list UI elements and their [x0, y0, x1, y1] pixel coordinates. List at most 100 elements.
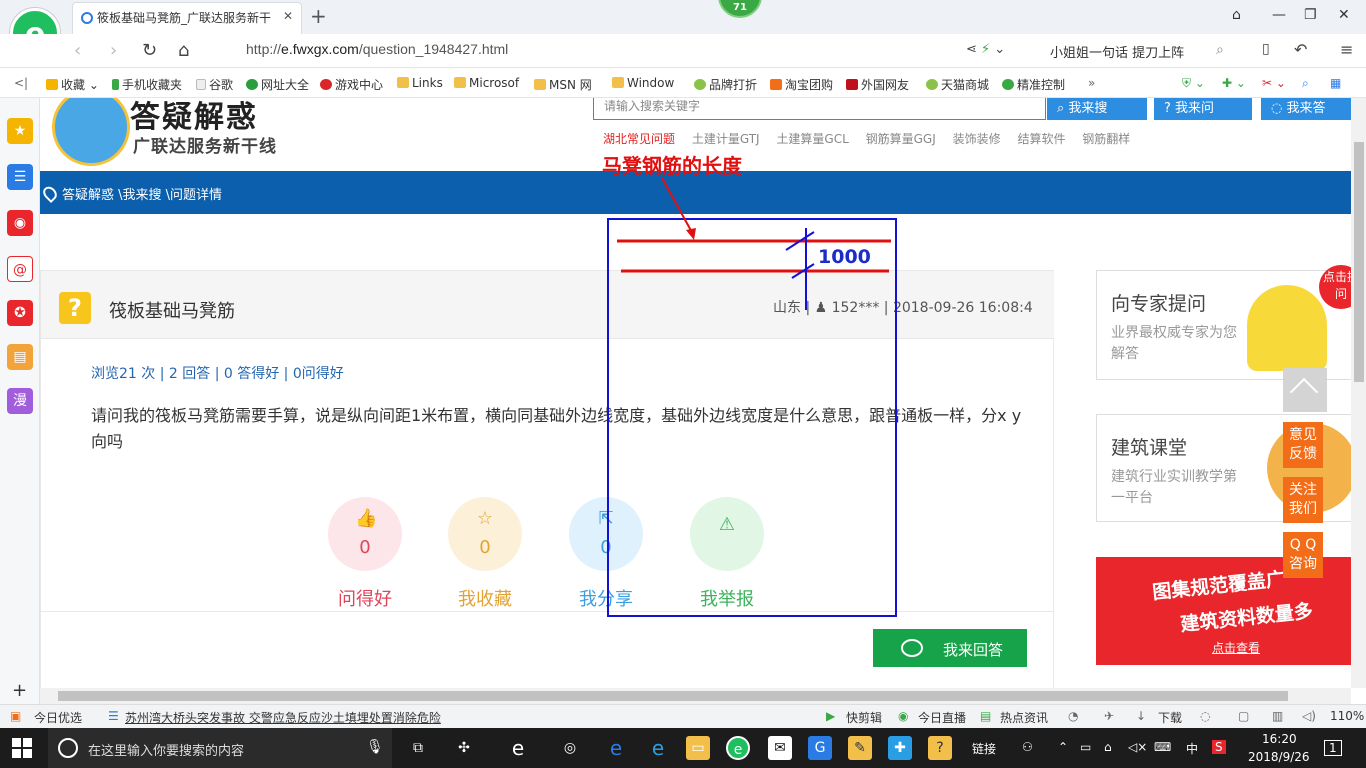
notes-app-icon[interactable]: ✎	[848, 736, 872, 760]
volume-icon[interactable]: ◁)	[1302, 709, 1316, 723]
clock-time[interactable]: 16:20	[1262, 732, 1297, 746]
favorite-button[interactable]: ☆ 0	[448, 497, 522, 571]
favorite-label[interactable]: 我收藏	[435, 585, 535, 611]
network-icon[interactable]: ⌂	[1104, 740, 1112, 754]
bookmark-item[interactable]: 天猫商城	[926, 76, 989, 93]
add-sidebar-icon[interactable]: +	[12, 680, 27, 701]
live-link[interactable]: 今日直播	[918, 709, 966, 726]
plus-app-icon[interactable]: ✚	[888, 736, 912, 760]
menu-icon[interactable]: ≡	[1340, 40, 1353, 59]
phone-icon[interactable]: ▯	[1262, 41, 1270, 57]
minimize-button[interactable]: —	[1272, 7, 1286, 23]
zoom-level[interactable]: 110%	[1330, 709, 1364, 723]
answer-top-button[interactable]: ◌ 我来答	[1261, 98, 1351, 120]
links-toolbar[interactable]: 链接	[972, 740, 996, 757]
search-input[interactable]: 请输入搜索关键字	[593, 98, 1046, 120]
taskbar-search[interactable]: 在这里输入你要搜索的内容 🎙	[48, 728, 392, 768]
hot-search-text[interactable]: 小姐姐一句话 提刀上阵	[1050, 42, 1184, 61]
battery-icon[interactable]: ▭	[1080, 740, 1091, 754]
shield-icon[interactable]: ⛨ ⌄	[1182, 76, 1205, 91]
answer-button[interactable]: 我来回答	[873, 629, 1027, 667]
bookmark-item[interactable]: 谷歌	[196, 76, 233, 93]
show-hidden-icon[interactable]: ⌃	[1058, 740, 1068, 754]
ask-button[interactable]: ? 我来问	[1154, 98, 1252, 120]
speed-icon[interactable]: ◔	[1068, 709, 1078, 723]
quick-edit-link[interactable]: 快剪辑	[846, 709, 882, 726]
task-view-icon[interactable]: ⧉	[406, 736, 430, 760]
feedback-button[interactable]: 意见反馈	[1283, 422, 1323, 468]
gamepad-icon[interactable]: ✪	[7, 300, 33, 326]
gift-icon[interactable]: ▣	[10, 709, 21, 723]
bookmark-item[interactable]: 品牌打折	[694, 76, 757, 93]
action-center-icon[interactable]: 1	[1324, 740, 1342, 756]
refresh-button[interactable]: ↻	[142, 40, 157, 61]
back-button[interactable]: ‹	[74, 40, 81, 61]
hotlink[interactable]: 钢筋算量GGJ	[866, 132, 936, 146]
2345-browser-icon[interactable]: e	[726, 736, 750, 760]
comic-icon[interactable]: 漫	[7, 388, 33, 414]
back-to-top-button[interactable]	[1283, 368, 1327, 412]
hotlink[interactable]: 装饰装修	[953, 132, 1001, 146]
banner-cta[interactable]: 点击查看	[1212, 639, 1260, 656]
hotlink[interactable]: 结算软件	[1017, 132, 1065, 146]
good-question-label[interactable]: 问得好	[315, 585, 415, 611]
bookmark-item[interactable]: Microsof	[454, 76, 519, 90]
notification-badge[interactable]: 71	[718, 0, 762, 18]
search-tool-icon[interactable]: ⌕	[1302, 76, 1309, 91]
internet-explorer-icon[interactable]: e	[646, 736, 670, 760]
hotlink[interactable]: 土建算量GCL	[776, 132, 848, 146]
hot-news-link[interactable]: 热点资讯	[1000, 709, 1048, 726]
bookmark-item[interactable]: Links	[397, 76, 443, 90]
scroll-thumb[interactable]	[1354, 142, 1364, 382]
help-app-icon[interactable]: ?	[928, 736, 952, 760]
sidebar-toggle-icon[interactable]: <|	[14, 76, 28, 90]
undo-icon[interactable]: ↶	[1294, 40, 1307, 59]
bookmark-item[interactable]: 外国网友	[846, 76, 909, 93]
bookmark-item[interactable]: 网址大全	[246, 76, 309, 93]
hotlink[interactable]: 湖北常见问题	[603, 132, 675, 146]
bookmark-item[interactable]: 手机收藏夹	[112, 76, 182, 93]
url-input[interactable]: http://e.fwxgx.com/question_1948427.html	[246, 41, 508, 57]
clock-date[interactable]: 2018/9/26	[1248, 750, 1310, 764]
forward-button[interactable]: ›	[110, 40, 117, 61]
bookmark-item[interactable]: 游戏中心	[320, 76, 383, 93]
close-window-button[interactable]: ✕	[1338, 7, 1350, 23]
speaker-icon[interactable]: ◁×	[1128, 740, 1147, 754]
qq-consult-button[interactable]: Q Q咨询	[1283, 532, 1323, 578]
pin-icon[interactable]: ✈	[1104, 709, 1114, 723]
expert-card[interactable]: 向专家提问 业界最权威专家为您解答 点击提问	[1096, 265, 1351, 380]
glodon-app-icon[interactable]: G	[808, 736, 832, 760]
download-link[interactable]: 下载	[1158, 709, 1182, 726]
today-picks-link[interactable]: 今日优选	[34, 709, 82, 726]
bookmark-item[interactable]: 收藏 ⌄	[46, 76, 99, 93]
mail-icon[interactable]: ✉	[768, 736, 792, 760]
ime-indicator[interactable]: 中	[1186, 740, 1198, 757]
people-icon[interactable]: ⚇	[1022, 740, 1033, 754]
search-button[interactable]: ⌕ 我来搜	[1047, 98, 1147, 120]
search-icon[interactable]: ⌕	[1216, 42, 1224, 58]
spiral-app-icon[interactable]: ◎	[558, 736, 582, 760]
browser-tab[interactable]: 筱板基础马凳筋_广联达服务新干 ✕	[72, 2, 302, 34]
scissors-icon[interactable]: ✂ ⌄	[1262, 76, 1286, 90]
translate-icon[interactable]: ✚ ⌄	[1222, 76, 1246, 90]
headline-link[interactable]: 苏州湾大桥头突发事故 交警应急反应沙土填埋处置消除危险	[125, 709, 441, 726]
bookmark-item[interactable]: MSN 网	[534, 76, 592, 93]
grid-icon[interactable]: ▦	[1330, 76, 1341, 90]
ie-browser-icon[interactable]: e	[506, 736, 530, 760]
window-icon[interactable]: ▢	[1238, 709, 1249, 723]
news-icon[interactable]: ☰	[7, 164, 33, 190]
pinwheel-app-icon[interactable]: ✣	[452, 736, 476, 760]
share-icon[interactable]: ⋖ ⚡ ⌄	[966, 42, 1005, 57]
shirt-skin-icon[interactable]: ⌂	[1232, 7, 1241, 23]
restore-button[interactable]: ❐	[1304, 7, 1317, 23]
scroll-thumb[interactable]	[58, 691, 1288, 701]
good-question-button[interactable]: 👍 0	[328, 497, 402, 571]
microphone-icon[interactable]: 🎙	[366, 739, 384, 755]
weibo-icon[interactable]: ◉	[7, 210, 33, 236]
sogou-icon[interactable]: S	[1212, 740, 1226, 754]
ie-mode-icon[interactable]: ◌	[1200, 709, 1210, 723]
horizontal-scrollbar[interactable]	[40, 688, 1351, 704]
book-icon[interactable]: ▤	[7, 344, 33, 370]
hotlink[interactable]: 钢筋翻样	[1082, 132, 1130, 146]
tab-close-button[interactable]: ✕	[283, 9, 293, 23]
